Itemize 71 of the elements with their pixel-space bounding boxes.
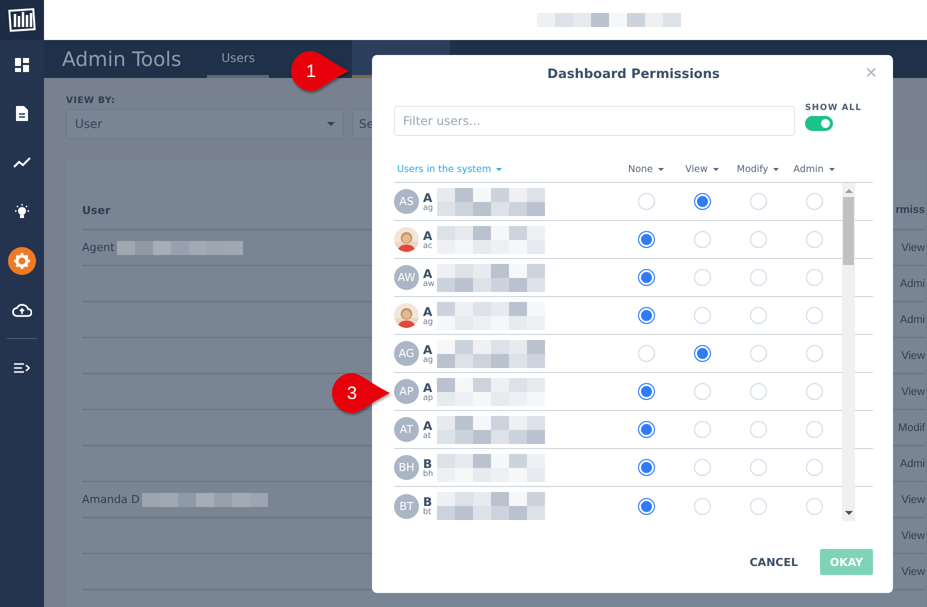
permission-radio[interactable] [638,383,654,400]
lightbulb-icon [13,202,31,220]
permission-radio[interactable] [694,345,710,362]
user-avatar: AG [394,341,419,366]
column-header[interactable]: None [618,164,674,174]
users-tab[interactable]: Users [207,40,269,78]
user-avatar: BH [394,455,419,480]
permission-radio[interactable] [694,193,710,210]
user-avatar: AS [394,189,419,214]
table-cell: Admi [900,278,925,290]
collapse-icon [13,362,31,374]
user-email: ag [423,318,433,326]
table-cell: View [901,386,925,398]
page-title: Admin Tools [62,47,182,71]
user-name: A [423,344,433,356]
permission-radio[interactable] [638,459,654,476]
user-email: aw [423,280,433,288]
user-email: bh [423,470,433,478]
user-name: A [423,420,433,432]
user-email: ac [423,242,433,250]
column-header: User [82,204,110,216]
permission-radio[interactable] [638,421,654,438]
permission-radio[interactable] [638,231,654,248]
user-email: ap [423,394,433,402]
column-header[interactable]: View [674,164,730,174]
permission-radio[interactable] [638,269,654,286]
user-avatar: AP [394,379,419,404]
user-name: A [423,306,433,318]
table-cell: Modif [898,422,925,434]
permission-radio[interactable] [638,307,654,324]
user-email: bt [423,508,432,516]
table-cell: Admi [900,314,925,326]
column-header: rmiss [896,204,925,216]
user-name: A [423,230,433,242]
user-avatar: AW [394,265,419,290]
table-cell: Agent [82,241,115,254]
table-cell: View [901,350,925,362]
table-cell: View [901,494,925,506]
line-chart-icon [13,156,31,168]
settings-nav-button[interactable] [8,246,36,274]
user-avatar: AT [394,417,419,442]
column-header[interactable]: Modify [730,164,786,174]
view-by-label: VIEW BY: [66,96,116,106]
table-cell: Amanda D [82,493,140,506]
filter-field[interactable]: Filter users... [394,106,795,136]
scrollbar[interactable] [842,183,855,521]
table-cell: View [901,530,925,542]
table-cell: View [901,566,925,578]
user-avatar: BT [394,494,419,518]
user-name: A [423,268,433,280]
show-all-toggle[interactable] [805,116,833,131]
user-email: ag [423,356,433,364]
user-name: B [423,458,433,470]
column-header[interactable]: Admin [786,164,842,174]
cancel-button[interactable]: CANCEL [742,549,806,575]
document-icon [15,105,29,122]
user-name: A [423,192,433,204]
show-all-label: SHOW ALL [805,103,862,113]
user-name: B [423,496,433,508]
settings-icon [13,252,31,270]
user-email: at [423,432,432,440]
table-cell: Admi [900,458,925,470]
dialog-title: Dashboard Permissions [547,66,720,82]
callout-marker: 1 [289,50,351,92]
cloud-upload-icon [12,302,32,316]
permission-radio[interactable] [638,498,654,514]
user-email: ag [423,204,433,212]
table-cell: View [901,242,925,254]
callout-marker: 3 [330,372,392,414]
dashboard-icon [14,56,30,72]
user-name: A [423,382,433,394]
